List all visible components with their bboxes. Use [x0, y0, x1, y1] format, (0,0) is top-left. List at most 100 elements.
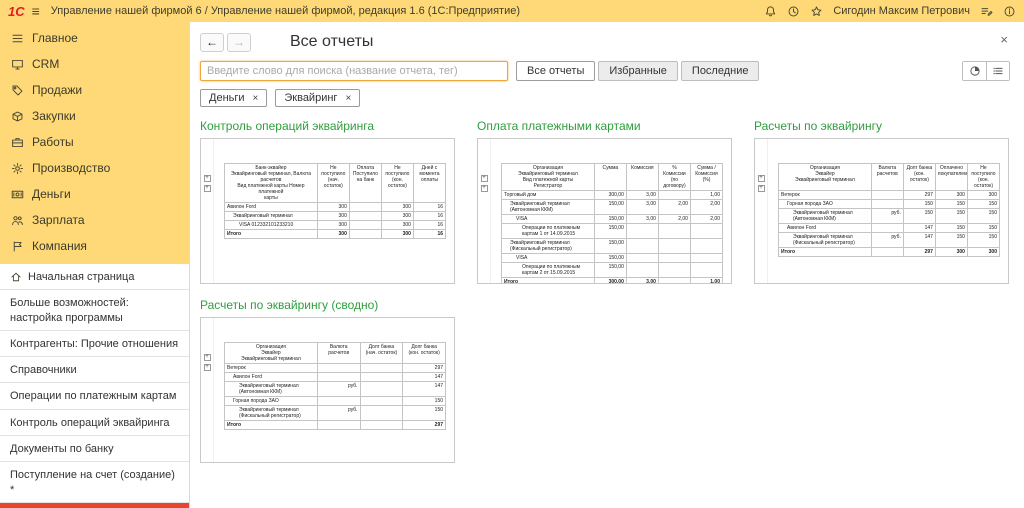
report-preview[interactable]: Организация Эквайринговый терминал Вид п…: [477, 138, 732, 284]
preview-row-cells: 150,00: [594, 224, 723, 239]
preview-row-label: Ветерок: [779, 191, 872, 200]
preview-header-cell: Организация Эквайер Эквайринговый термин…: [225, 343, 318, 364]
preview-cell: 300: [317, 230, 350, 239]
preview-cell: 3,00: [626, 215, 659, 224]
app-window: 1С ≡ Управление нашей фирмой 6 / Управле…: [0, 0, 1024, 508]
report-title-link[interactable]: Контроль операций эквайринга: [200, 119, 455, 133]
preview-header-cell: Оплачено покупателем: [935, 164, 968, 191]
open-window-label: Начальная страница: [28, 271, 135, 283]
preview-header-cell: Сумма: [594, 164, 627, 191]
report-preview[interactable]: Банк-эквайер Эквайринговый терминал, Вал…: [200, 138, 455, 284]
preview-row-label: Итого: [502, 278, 595, 283]
sidebar-section-item[interactable]: Компания: [0, 233, 189, 259]
info-icon[interactable]: [1003, 5, 1016, 18]
preview-header-row: Организация Эквайер Эквайринговый термин…: [225, 343, 447, 364]
titlebar-actions: Сигодин Максим Петрович: [764, 5, 1016, 18]
forward-button[interactable]: →: [227, 32, 251, 52]
preview-cell: 150: [935, 200, 968, 209]
close-icon[interactable]: ×: [1000, 32, 1008, 47]
preview-row-cells: 147: [317, 373, 447, 382]
sidebar-section-item[interactable]: CRM: [0, 51, 189, 77]
preview-cell: 150,00: [594, 254, 627, 263]
preview-cell: 300,00: [594, 191, 627, 200]
preview-cell: 300: [317, 221, 350, 230]
preview-cell: [360, 373, 404, 382]
favorites-star-icon[interactable]: [810, 5, 823, 18]
expand-group-icon: [203, 354, 211, 361]
report-title-link[interactable]: Оплата платежными картами: [477, 119, 732, 133]
open-window-item[interactable]: Больше возможностей: настройка программы: [0, 290, 189, 331]
report-title-link[interactable]: Расчеты по эквайрингу (сводно): [200, 298, 455, 312]
preview-cell: 297: [403, 364, 447, 373]
preview-cell: [317, 421, 361, 430]
filter-tab[interactable]: Избранные: [598, 61, 678, 81]
preview-header-row: Банк-эквайер Эквайринговый терминал, Вал…: [225, 164, 446, 203]
open-window-item[interactable]: Контроль операций эквайринга: [0, 410, 189, 437]
preview-row-cells: 300 300 16: [317, 221, 446, 230]
section-icon-glyph: [13, 35, 22, 42]
title-bar: 1С ≡ Управление нашей фирмой 6 / Управле…: [0, 0, 1024, 22]
grouping-strip: [201, 318, 214, 462]
preview-cell: 150: [403, 406, 447, 421]
sidebar-section-item[interactable]: Деньги: [0, 181, 189, 207]
list-view-button[interactable]: [986, 62, 1009, 80]
preview-cell: 150,00: [594, 215, 627, 224]
preview-cell: 150: [403, 397, 447, 406]
sidebar-section-item[interactable]: Производство: [0, 155, 189, 181]
preview-cell: [349, 203, 382, 212]
crm-icon: [11, 58, 24, 71]
all-reports-page: × ← → Все отчеты Все отчетыИзбранныеПосл…: [190, 22, 1024, 508]
preview-cell: [349, 221, 382, 230]
report-card: Расчеты по эквайрингу Организация Эквайе…: [754, 119, 1009, 284]
history-icon[interactable]: [787, 5, 800, 18]
report-preview[interactable]: Организация Эквайер Эквайринговый термин…: [200, 317, 455, 463]
preview-row: Ветерок 297 300 300: [779, 191, 1000, 200]
sidebar-section-item[interactable]: Продажи: [0, 77, 189, 103]
search-input[interactable]: [200, 61, 508, 81]
filter-tab[interactable]: Последние: [680, 61, 760, 81]
preview-cell: [360, 364, 404, 373]
home-icon: [10, 271, 22, 283]
open-window-item[interactable]: Документы по банку: [0, 436, 189, 463]
open-window-item[interactable]: Операции по платежным картам: [0, 383, 189, 410]
open-window-item[interactable]: Начальная страница: [0, 264, 189, 291]
open-window-item[interactable]: Поступление на счет (создание) *: [0, 462, 189, 503]
remove-tag-icon[interactable]: ×: [253, 93, 259, 104]
open-window-item[interactable]: Контрагенты: Прочие отношения: [0, 331, 189, 358]
preview-cell: 3,00: [626, 191, 659, 200]
sidebar-section-item[interactable]: Главное: [0, 25, 189, 51]
preview-row: Итого 297: [225, 421, 447, 430]
back-button[interactable]: ←: [200, 32, 224, 52]
tag-chip[interactable]: Деньги ×: [200, 89, 268, 107]
preview-table-wrap: Организация Эквайер Эквайринговый термин…: [214, 318, 454, 462]
grouped-view-button[interactable]: [963, 62, 986, 80]
report-title-link[interactable]: Расчеты по эквайрингу: [754, 119, 1009, 133]
current-user[interactable]: Сигодин Максим Петрович: [833, 5, 970, 17]
preview-cell: [659, 278, 691, 283]
filter-tab[interactable]: Все отчеты: [516, 61, 596, 81]
preview-row-label: Торговый дом: [502, 191, 595, 200]
remove-tag-icon[interactable]: ×: [345, 93, 351, 104]
open-window-item[interactable]: Справочники: [0, 357, 189, 384]
notifications-bell-icon[interactable]: [764, 5, 777, 18]
preview-cell: руб.: [871, 209, 904, 224]
preview-row: Итого 297 300 300: [779, 248, 1000, 257]
tag-chip[interactable]: Эквайринг ×: [275, 89, 361, 107]
report-preview[interactable]: Организация Эквайер Эквайринговый термин…: [754, 138, 1009, 284]
preview-row: Эквайринговый терминал (Фискальный регис…: [779, 233, 1000, 248]
sidebar-section-item[interactable]: Зарплата: [0, 207, 189, 233]
panel-settings-icon[interactable]: [980, 5, 993, 18]
tag-filters: Деньги × Эквайринг ×: [200, 89, 1024, 107]
preview-row-cells: руб. 147: [317, 382, 447, 397]
main-menu-icon[interactable]: ≡: [32, 4, 40, 18]
expand-group-icon: [203, 175, 211, 182]
preview-cell: [658, 254, 691, 263]
sidebar-section-item[interactable]: Закупки: [0, 103, 189, 129]
sidebar-section-item[interactable]: Работы: [0, 129, 189, 155]
preview-row-label: Эквайринговый терминал (Автономная ККМ): [225, 382, 318, 397]
section-icon-glyph: [13, 86, 22, 95]
preview-cell: 2,00: [658, 215, 691, 224]
preview-header-cell: Организация Эквайер Эквайринговый термин…: [779, 164, 872, 191]
preview-row: Ветерок 297: [225, 364, 447, 373]
preview-row-cells: 300 300 16: [317, 212, 446, 221]
